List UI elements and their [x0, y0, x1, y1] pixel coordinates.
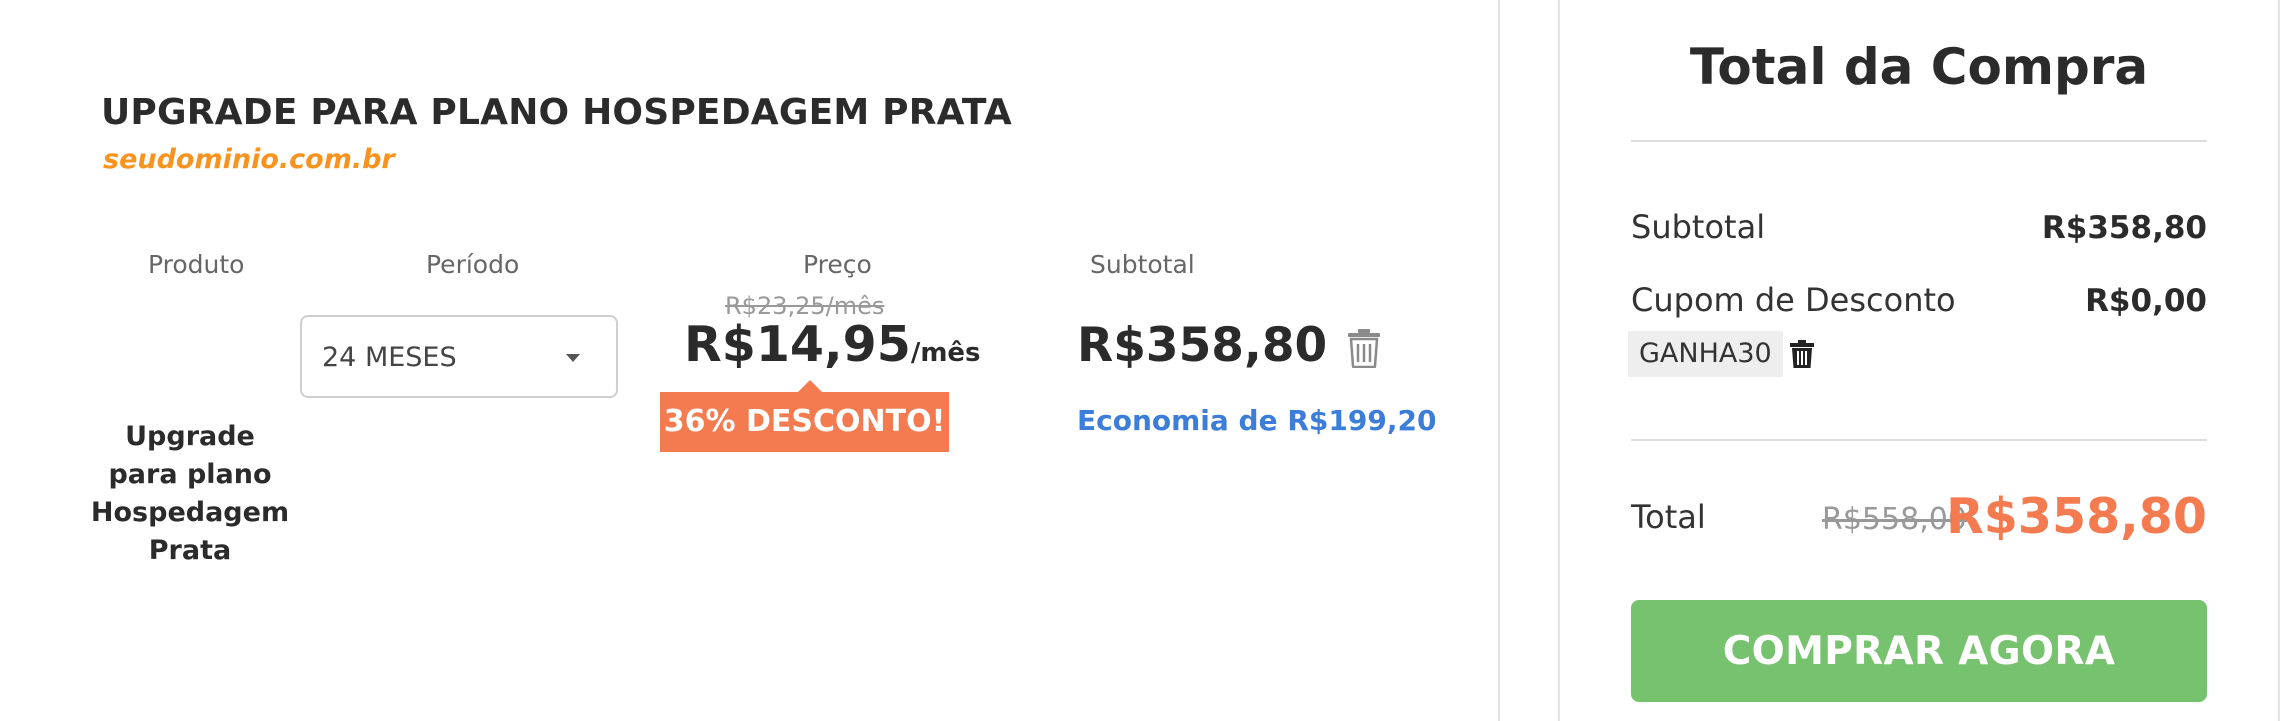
total-amount: R$358,80 — [1946, 488, 2207, 545]
period-selected-value: 24 MESES — [322, 342, 457, 373]
subtotal-value: R$358,80 — [2041, 210, 2207, 246]
buy-now-button[interactable]: COMPRAR AGORA — [1631, 600, 2207, 702]
summary-divider-bottom — [1631, 439, 2207, 441]
coupon-code-chip: GANHA30 — [1628, 331, 1783, 377]
item-subtotal: R$358,80 — [1077, 318, 1328, 373]
current-price: R$14,95/mês — [684, 316, 981, 373]
column-header-price: Preço — [803, 250, 872, 279]
price-unit: /mês — [910, 338, 981, 368]
total-label: Total — [1631, 498, 1706, 536]
column-header-product: Produto — [148, 250, 245, 279]
column-header-subtotal: Subtotal — [1090, 250, 1195, 279]
price-amount: R$14,95 — [684, 316, 911, 373]
period-select[interactable]: 24 MESES — [300, 315, 618, 398]
coupon-label: Cupom de Desconto — [1631, 281, 1956, 319]
order-summary: Total da Compra Subtotal R$358,80 Cupom … — [1558, 0, 2280, 721]
badge-pointer — [798, 380, 822, 392]
summary-title: Total da Compra — [1689, 38, 2149, 96]
column-header-period: Período — [426, 250, 520, 279]
domain-name: seudominio.com.br — [103, 144, 395, 175]
page-title: UPGRADE PARA PLANO HOSPEDAGEM PRATA — [101, 92, 1012, 133]
cart-panel: UPGRADE PARA PLANO HOSPEDAGEM PRATA seud… — [0, 0, 1498, 721]
summary-divider-top — [1631, 140, 2207, 142]
coupon-value: R$0,00 — [2085, 283, 2207, 319]
discount-badge-label: 36% DESCONTO! — [663, 404, 946, 439]
trash-icon[interactable] — [1790, 340, 1814, 368]
product-name: Upgrade para plano Hospedagem Prata — [90, 421, 290, 566]
gutter — [1500, 0, 1558, 721]
trash-icon[interactable] — [1347, 328, 1381, 368]
subtotal-label: Subtotal — [1631, 208, 1766, 246]
discount-badge: 36% DESCONTO! — [660, 380, 949, 452]
saving-text: Economia de R$199,20 — [1077, 404, 1437, 437]
caret-down-icon — [566, 354, 580, 362]
